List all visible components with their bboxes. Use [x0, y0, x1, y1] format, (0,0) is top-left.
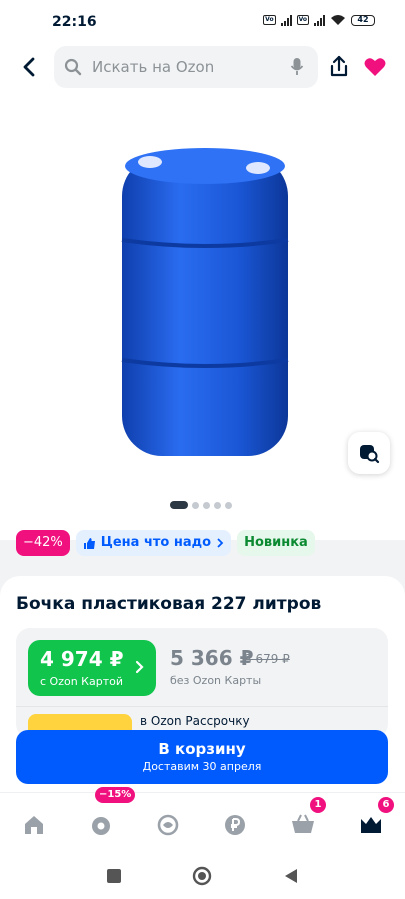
product-image[interactable] — [110, 140, 300, 470]
thumbs-up-icon — [83, 537, 95, 549]
cart-icon — [292, 814, 314, 833]
home-system-button[interactable] — [192, 866, 212, 886]
header: Искать на Ozon — [0, 44, 405, 90]
pager-dot[interactable] — [203, 501, 210, 509]
back-system-button[interactable] — [281, 866, 301, 886]
favorite-button[interactable] — [362, 54, 388, 80]
visual-search-icon — [360, 445, 380, 464]
pager-dot[interactable] — [225, 501, 232, 509]
delivery-date-label: Доставим 30 апреля — [142, 760, 262, 773]
old-price: 8 679 ₽ — [244, 652, 290, 666]
home-icon — [25, 816, 43, 834]
chevron-left-icon — [23, 57, 35, 77]
ozon-card-price-button[interactable]: 4 974 ₽ с Ozon Картой — [28, 640, 156, 696]
chevron-right-icon — [135, 660, 144, 674]
status-time: 22:16 — [52, 14, 97, 30]
nav-profile[interactable] — [357, 811, 385, 839]
wifi-icon — [331, 15, 345, 25]
pager-dot[interactable] — [214, 501, 221, 509]
add-to-cart-label: В корзину — [158, 740, 246, 758]
ozon-card-label: с Ozon Картой — [40, 675, 123, 688]
status-icons: Vo Vo 42 — [263, 14, 375, 26]
ruble-icon — [225, 815, 245, 835]
profile-icon — [361, 817, 381, 833]
nav-catalog[interactable] — [87, 811, 115, 839]
bottom-nav: −15% 1 6 — [0, 787, 405, 852]
price-quality-label: Цена что надо — [100, 535, 212, 550]
new-badge: Новинка — [237, 530, 315, 556]
ozon-card-price: 4 974 ₽ — [40, 647, 124, 671]
share-button[interactable] — [326, 54, 352, 80]
microphone-icon[interactable] — [290, 57, 304, 77]
divider — [16, 706, 388, 707]
pager-dot-active[interactable] — [170, 501, 188, 509]
system-nav-bar — [0, 852, 405, 899]
pager-dot[interactable] — [192, 501, 199, 509]
search-icon — [64, 58, 82, 76]
nav-home[interactable] — [20, 811, 48, 839]
nav-fresh[interactable] — [154, 811, 182, 839]
signal-icon-2 — [314, 14, 325, 26]
nav-cart-badge: 1 — [310, 797, 326, 813]
triangle-back-icon — [285, 869, 297, 883]
catalog-icon — [92, 817, 110, 835]
fresh-icon — [157, 814, 179, 836]
nav-catalog-badge: −15% — [95, 787, 136, 803]
regular-price-label: без Ozon Карты — [170, 674, 262, 687]
volte-icon-2: Vo — [296, 15, 309, 25]
volte-icon: Vo — [263, 15, 276, 25]
status-bar: 22:16 Vo Vo 42 — [0, 0, 405, 40]
image-pager — [170, 501, 232, 509]
share-icon — [330, 55, 348, 77]
top-section: 22:16 Vo Vo 42 Искать на Ozon −42% Цена … — [0, 0, 405, 556]
installment-text: в Ozon Рассрочку — [140, 714, 250, 728]
battery-icon: 42 — [351, 14, 375, 26]
recent-apps-button[interactable] — [104, 866, 124, 886]
circle-icon — [192, 866, 212, 886]
discount-badge: −42% — [16, 530, 70, 556]
price-quality-badge[interactable]: Цена что надо — [75, 530, 232, 556]
signal-icon — [280, 14, 292, 26]
nav-profile-badge: 6 — [378, 797, 394, 813]
badges-row: −42% Цена что надо Новинка — [16, 530, 315, 556]
back-button[interactable] — [14, 52, 44, 82]
product-title: Бочка пластиковая 227 литров — [16, 594, 322, 614]
nav-cart[interactable] — [289, 811, 317, 839]
visual-search-button[interactable] — [348, 432, 390, 474]
add-to-cart-button[interactable]: В корзину Доставим 30 апреля — [16, 730, 388, 784]
square-icon — [107, 869, 121, 883]
heart-icon — [364, 58, 386, 76]
nav-finance[interactable] — [221, 811, 249, 839]
chevron-right-icon — [217, 538, 224, 548]
barrel-image — [121, 148, 289, 456]
search-input[interactable]: Искать на Ozon — [54, 46, 318, 88]
price-panel: 4 974 ₽ с Ozon Картой 5 366 ₽ 8 679 ₽ бе… — [16, 628, 388, 738]
search-placeholder: Искать на Ozon — [92, 58, 215, 76]
regular-price: 5 366 ₽ — [170, 646, 254, 670]
